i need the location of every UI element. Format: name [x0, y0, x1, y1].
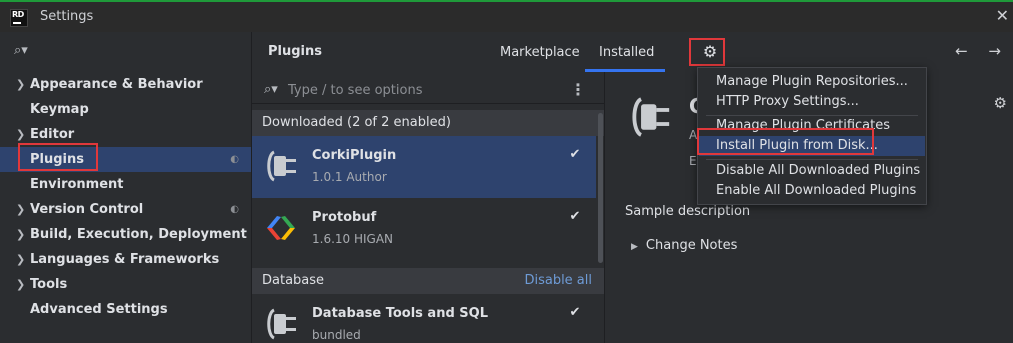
plug-icon	[267, 150, 296, 182]
plugin-name: Database Tools and SQL	[312, 306, 488, 321]
plugin-row-corkiplugin[interactable]: CorkiPlugin 1.0.1 Author ✔	[252, 136, 596, 198]
protobuf-logo-icon	[267, 216, 295, 240]
sidebar-item-label: Version Control	[30, 202, 144, 217]
sidebar-item-advanced-settings[interactable]: Advanced Settings	[0, 297, 251, 322]
plugin-meta: 1.6.10 HIGAN	[312, 232, 394, 246]
search-placeholder: Type / to see options	[288, 83, 423, 98]
tab-installed[interactable]: Installed	[599, 45, 654, 60]
search-icon: ⌕▾	[264, 82, 278, 97]
plugin-name: Protobuf	[312, 210, 377, 225]
plug-icon	[632, 97, 670, 137]
menu-item-manage-repositories[interactable]: Manage Plugin Repositories...	[699, 72, 925, 92]
gear-highlight-box	[689, 38, 725, 66]
page-title: Plugins	[268, 44, 322, 59]
menu-item-http-proxy[interactable]: HTTP Proxy Settings...	[699, 92, 925, 112]
window-title: Settings	[40, 9, 94, 24]
sidebar-item-languages-frameworks[interactable]: ❯ Languages & Frameworks	[0, 247, 251, 272]
plugin-row-protobuf[interactable]: Protobuf 1.6.10 HIGAN ✔	[252, 198, 596, 260]
plugin-description: Sample description	[625, 204, 751, 219]
tab-marketplace[interactable]: Marketplace	[500, 45, 580, 60]
plugin-enabled-checkbox[interactable]: ✔	[568, 306, 582, 320]
install-from-disk-highlight-box	[697, 128, 874, 155]
menu-item-disable-all-downloaded[interactable]: Disable All Downloaded Plugins	[699, 161, 925, 181]
group-header-downloaded: Downloaded (2 of 2 enabled)	[252, 110, 604, 136]
chevron-right-icon: ❯	[16, 228, 26, 241]
project-scope-icon: ◐	[230, 204, 239, 215]
group-header-database: Database Disable all	[252, 268, 604, 294]
sidebar-item-label: Keymap	[30, 102, 89, 117]
settings-sidebar: ⌕▾ ❯ Appearance & Behavior Keymap ❯ Edit…	[0, 32, 252, 343]
triangle-right-icon: ▶	[631, 242, 638, 252]
plugin-name: CorkiPlugin	[312, 148, 397, 163]
sidebar-item-build-execution-deployment[interactable]: ❯ Build, Execution, Deployment	[0, 222, 251, 247]
chevron-right-icon: ❯	[16, 253, 26, 266]
plug-icon	[267, 308, 296, 340]
title-bar: RD Settings ✕	[0, 0, 1013, 32]
chevron-right-icon: ❯	[16, 78, 26, 91]
sidebar-item-label: Build, Execution, Deployment	[30, 227, 247, 242]
plugin-list: ⌕▾ Type / to see options ⋮ Downloaded (2…	[252, 75, 604, 343]
sidebar-item-label: Tools	[30, 277, 68, 292]
plugin-enabled-checkbox[interactable]: ✔	[568, 210, 582, 224]
plugins-header: Plugins Marketplace Installed ⚙ ← →	[252, 32, 1013, 72]
close-icon[interactable]: ✕	[996, 6, 1009, 25]
sidebar-item-label: Languages & Frameworks	[30, 252, 220, 267]
sidebar-item-environment[interactable]: Environment	[0, 172, 251, 197]
plugin-row-database-tools[interactable]: Database Tools and SQL bundled ✔	[252, 294, 596, 343]
plugin-meta: bundled	[312, 328, 361, 342]
menu-separator	[706, 159, 918, 160]
change-notes-toggle[interactable]: ▶ Change Notes	[631, 238, 737, 253]
sidebar-item-label: Advanced Settings	[30, 302, 168, 317]
back-forward-arrows-icon[interactable]: ← →	[955, 42, 1009, 60]
more-options-icon[interactable]: ⋮	[570, 80, 586, 99]
rider-logo-icon: RD	[10, 9, 28, 27]
sidebar-item-appearance-behavior[interactable]: ❯ Appearance & Behavior	[0, 72, 251, 97]
plugin-detail-info: E	[689, 154, 697, 168]
gear-icon[interactable]: ⚙	[994, 94, 1007, 112]
plugin-enabled-checkbox[interactable]: ✔	[568, 148, 582, 162]
sidebar-item-tools[interactable]: ❯ Tools	[0, 272, 251, 297]
chevron-right-icon: ❯	[16, 278, 26, 291]
sidebar-item-keymap[interactable]: Keymap	[0, 97, 251, 122]
sidebar-item-label: Environment	[30, 177, 124, 192]
disable-all-link[interactable]: Disable all	[524, 273, 592, 288]
plugin-meta: 1.0.1 Author	[312, 170, 387, 184]
project-scope-icon: ◐	[230, 154, 239, 165]
sidebar-item-version-control[interactable]: ❯ Version Control ◐	[0, 197, 251, 222]
scrollbar-thumb[interactable]	[598, 113, 603, 263]
sidebar-item-label: Appearance & Behavior	[30, 77, 203, 92]
chevron-right-icon: ❯	[16, 203, 26, 216]
plugin-search-input[interactable]: ⌕▾ Type / to see options ⋮	[252, 78, 604, 104]
group-title: Downloaded (2 of 2 enabled)	[262, 115, 451, 130]
settings-search-input[interactable]: ⌕▾	[6, 40, 246, 64]
search-icon: ⌕▾	[14, 43, 28, 58]
plugin-detail-info: A	[689, 128, 698, 142]
plugins-highlight-box	[18, 143, 98, 171]
menu-item-enable-all-downloaded[interactable]: Enable All Downloaded Plugins	[699, 181, 925, 201]
group-title: Database	[262, 273, 325, 288]
change-notes-label: Change Notes	[645, 238, 738, 253]
